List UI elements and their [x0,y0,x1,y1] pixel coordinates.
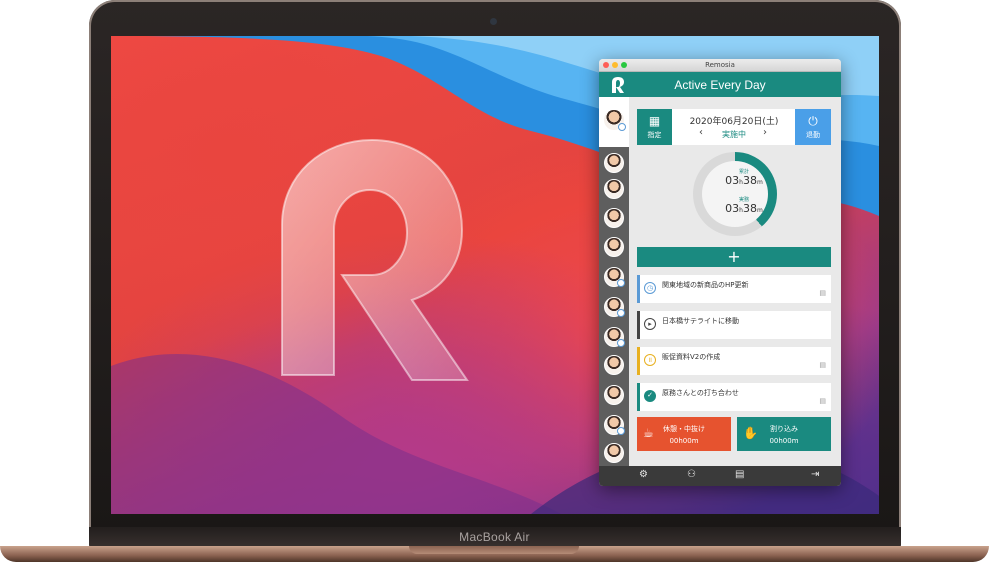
check-icon: ✓ [644,390,656,402]
gear-icon[interactable]: ⚙ [639,469,648,480]
avatar[interactable] [604,237,624,257]
actual-time: 03h38m [725,202,763,215]
break-button[interactable]: ☕ 休憩・中抜け 00h00m [637,417,731,451]
power-icon: ⏻ [808,114,818,128]
zoom-window-icon[interactable] [621,62,627,68]
ring-center: 累計 03h38m 実務 03h38m [702,161,768,227]
total-time: 03h38m [725,174,763,187]
camera [490,18,497,25]
avatar[interactable] [603,109,626,131]
clock-icon [617,339,625,347]
avatar[interactable] [604,267,625,287]
action-buttons: ☕ 休憩・中抜け 00h00m ✋ 割り込み 00h00m [637,417,831,451]
clock-icon [617,309,625,317]
clock-icon [617,427,625,435]
leave-button[interactable]: ⏻ 退勤 [795,109,831,145]
task-label: 関東地域の新商品のHP更新 [662,281,749,289]
window-title: Remosia [705,61,735,69]
clock-icon [618,123,626,131]
remosia-window: Remosia Active Every Day ▦ 指定 2020年06月20… [599,59,841,486]
calendar-label: 指定 [647,131,662,139]
avatar[interactable] [604,297,625,317]
calendar-icon: ▦ [648,114,661,128]
task-label: 販促資料V2の作成 [662,353,721,361]
leave-label: 退勤 [806,131,820,139]
task-label: 原務さんとの打ち合わせ [662,389,739,397]
task-item[interactable]: ◷ 関東地域の新商品のHP更新 ▤ [637,275,831,303]
pause-icon: ॥ [644,354,656,366]
r-logo-watermark [281,138,469,381]
hand-icon: ✋ [743,426,758,440]
app-title: Active Every Day [674,78,766,92]
avatar[interactable] [604,153,624,173]
model-label: MacBook Air [459,530,530,544]
avatar[interactable] [604,179,624,199]
task-item[interactable]: ▸ 日本橋サテライトに移動 [637,311,831,339]
main-panel: ▦ 指定 2020年06月20日(土) ‹ 実施中 › ⏻ 退勤 累計 03h3… [629,97,841,466]
status-label: 実施中 [722,130,746,139]
task-menu-icon[interactable]: ▤ [819,397,826,405]
member-list [599,97,629,466]
avatar[interactable] [604,385,624,405]
task-item[interactable]: ॥ 販促資料V2の作成 ▤ [637,347,831,375]
bottom-toolbar: ⚙ ⚇ ▤ ⇥ [599,466,841,486]
avatar[interactable] [604,443,624,463]
task-menu-icon[interactable]: ▤ [819,361,826,369]
close-window-icon[interactable] [603,62,609,68]
laptop-notch [409,546,579,554]
title-bar: Remosia [599,59,841,72]
next-day-button[interactable]: › [763,127,767,138]
interrupt-button[interactable]: ✋ 割り込み 00h00m [737,417,831,451]
current-date: 2020年06月20日(土) [689,117,779,127]
document-icon[interactable]: ▤ [735,469,744,480]
calendar-button[interactable]: ▦ 指定 [637,109,672,145]
task-item[interactable]: ✓ 原務さんとの打ち合わせ ▤ [637,383,831,411]
clock-icon: ◷ [644,282,656,294]
task-label: 日本橋サテライトに移動 [662,317,739,325]
coffee-icon: ☕ [643,426,654,440]
avatar[interactable] [604,327,625,347]
avatar[interactable] [604,208,624,228]
date-selector: ▦ 指定 2020年06月20日(土) ‹ 実施中 › ⏻ 退勤 [637,109,831,145]
my-avatar-panel[interactable] [599,97,629,147]
add-task-button[interactable]: + [637,247,831,267]
play-icon: ▸ [644,318,656,330]
avatar[interactable] [604,415,625,435]
avatar[interactable] [604,355,624,375]
time-progress-ring: 累計 03h38m 実務 03h38m [693,152,777,236]
logout-icon[interactable]: ⇥ [811,469,819,480]
app-header: Active Every Day [599,72,841,98]
minimize-window-icon[interactable] [612,62,618,68]
user-icon[interactable]: ⚇ [687,469,696,480]
clock-icon [617,279,625,287]
task-menu-icon[interactable]: ▤ [819,289,826,297]
